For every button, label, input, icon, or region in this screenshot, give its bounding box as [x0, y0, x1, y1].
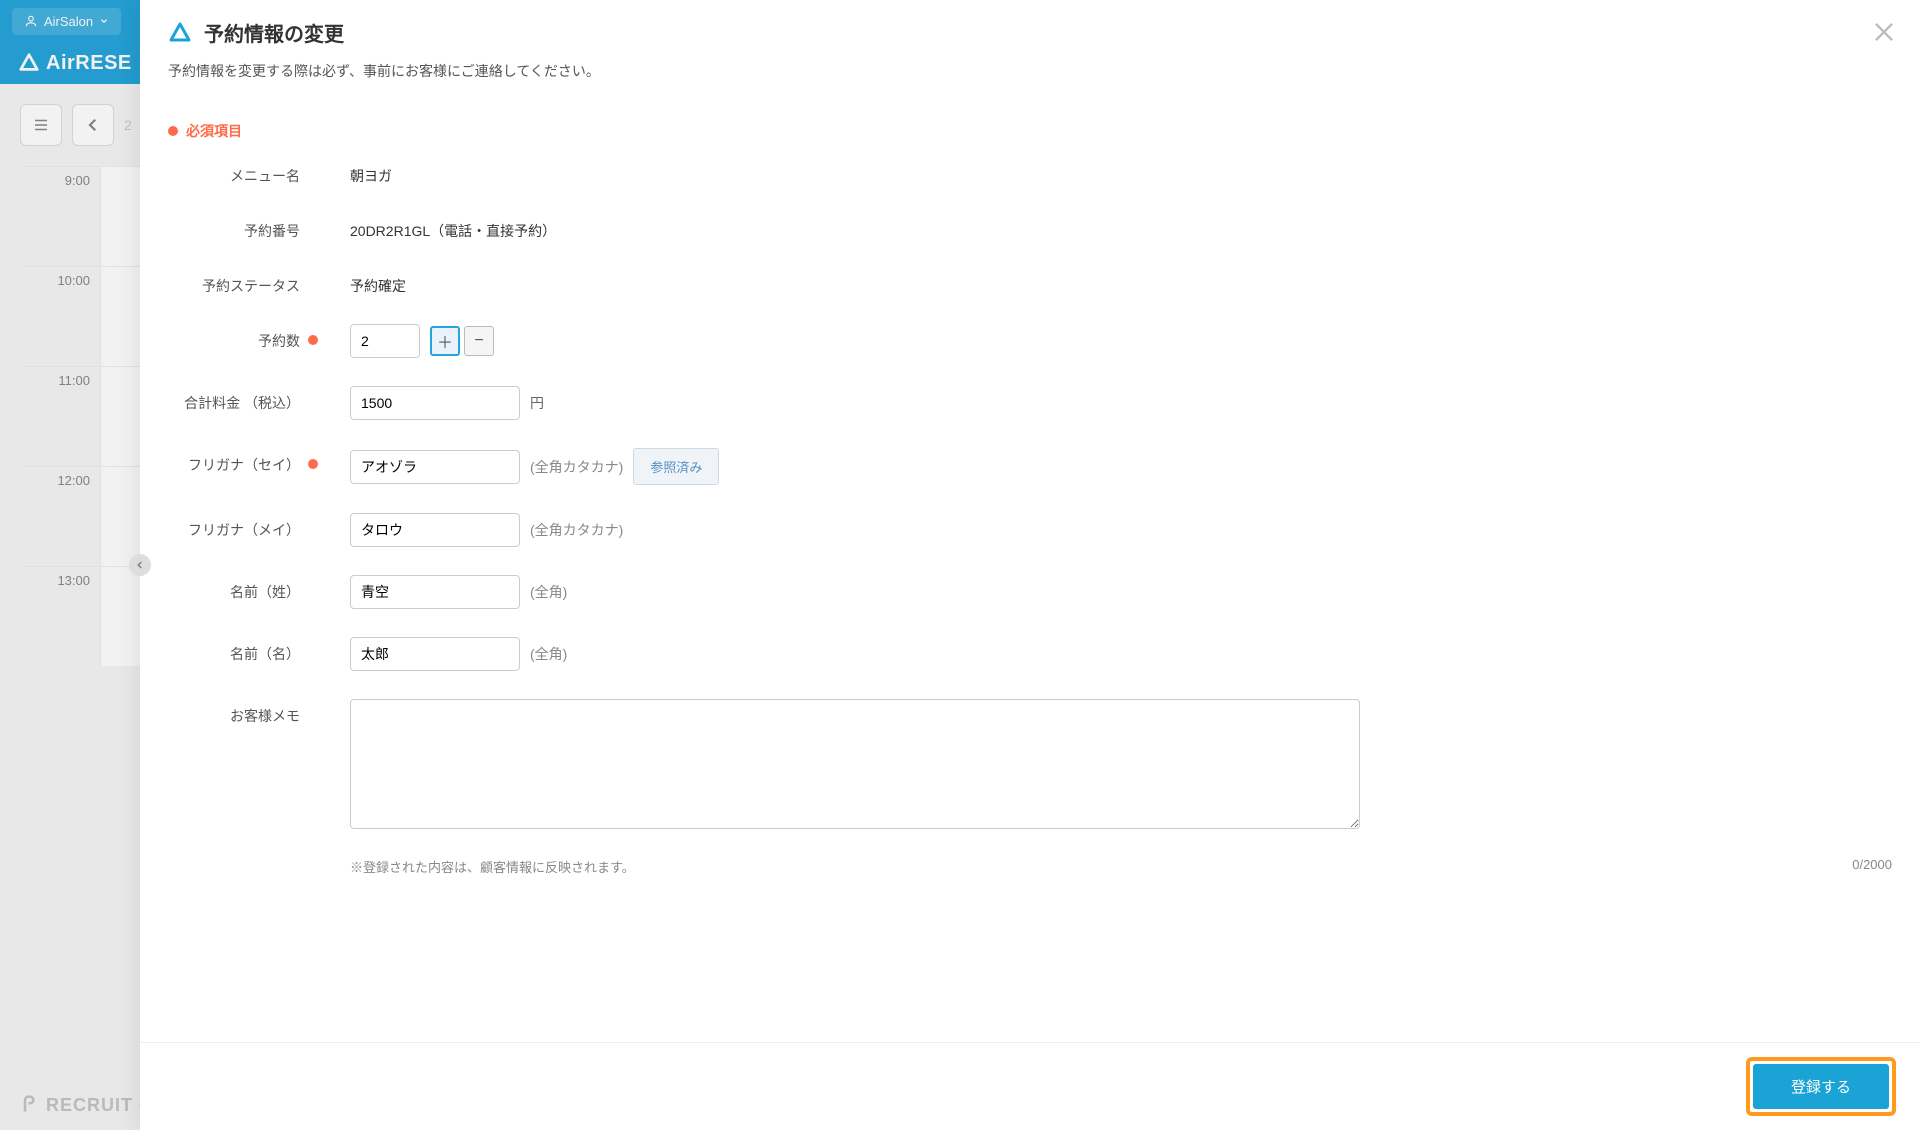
- app-triangle-icon: [168, 21, 192, 45]
- customer-memo-textarea[interactable]: [350, 699, 1360, 829]
- label-customer-memo: お客様メモ: [168, 699, 318, 726]
- hint-zenkaku: (全角): [530, 644, 567, 664]
- value-menu-name: 朝ヨガ: [350, 159, 392, 186]
- required-dot-icon: [168, 126, 178, 136]
- submit-highlight-frame: 登録する: [1746, 1057, 1896, 1116]
- label-name-first: 名前（名）: [168, 637, 318, 664]
- hint-katakana: (全角カタカナ): [530, 457, 623, 477]
- modal-footer: 登録する: [140, 1042, 1920, 1130]
- label-reservation-number: 予約番号: [168, 214, 318, 241]
- value-reservation-status: 予約確定: [350, 269, 406, 296]
- close-icon: [1870, 18, 1898, 46]
- count-stepper: ＋ −: [430, 326, 494, 356]
- total-price-input[interactable]: [350, 386, 520, 420]
- label-reservation-status: 予約ステータス: [168, 269, 318, 296]
- label-menu-name: メニュー名: [168, 159, 318, 186]
- row-reservation-number: 予約番号 20DR2R1GL（電話・直接予約）: [168, 214, 1892, 241]
- name-last-input[interactable]: [350, 575, 520, 609]
- modal-collapse-handle[interactable]: [129, 554, 151, 576]
- submit-button[interactable]: 登録する: [1753, 1064, 1889, 1109]
- hint-katakana: (全角カタカナ): [530, 520, 623, 540]
- modal-title: 予約情報の変更: [204, 18, 344, 47]
- yen-unit: 円: [530, 393, 544, 413]
- chevron-left-icon: [135, 560, 145, 570]
- furigana-first-input[interactable]: [350, 513, 520, 547]
- name-first-input[interactable]: [350, 637, 520, 671]
- label-furigana-last: フリガナ（セイ）: [168, 448, 318, 475]
- modal-body[interactable]: 予約情報を変更する際は必ず、事前にお客様にご連絡してください。 必須項目 メニュ…: [140, 51, 1920, 1042]
- referenced-button[interactable]: 参照済み: [633, 448, 719, 485]
- label-total-price: 合計料金 （税込）: [168, 386, 318, 413]
- furigana-last-input[interactable]: [350, 450, 520, 484]
- row-furigana-last: フリガナ（セイ） (全角カタカナ) 参照済み: [168, 448, 1892, 485]
- row-reservation-status: 予約ステータス 予約確定: [168, 269, 1892, 296]
- row-furigana-first: フリガナ（メイ） (全角カタカナ): [168, 513, 1892, 547]
- label-name-last: 名前（姓）: [168, 575, 318, 602]
- row-name-first: 名前（名） (全角): [168, 637, 1892, 671]
- count-minus-button[interactable]: −: [464, 326, 494, 356]
- label-furigana-first: フリガナ（メイ）: [168, 513, 318, 540]
- count-plus-button[interactable]: ＋: [430, 326, 460, 356]
- row-total-price: 合計料金 （税込） 円: [168, 386, 1892, 420]
- memo-charcount: 0/2000: [1852, 857, 1892, 872]
- modal-help-text: 予約情報を変更する際は必ず、事前にお客様にご連絡してください。: [168, 61, 1892, 81]
- row-menu-name: メニュー名 朝ヨガ: [168, 159, 1892, 186]
- row-reservation-count: 予約数 ＋ −: [168, 324, 1892, 358]
- required-section-header: 必須項目: [168, 121, 1892, 141]
- row-customer-memo: お客様メモ: [168, 699, 1892, 829]
- row-name-last: 名前（姓） (全角): [168, 575, 1892, 609]
- hint-zenkaku: (全角): [530, 582, 567, 602]
- label-reservation-count: 予約数: [168, 324, 318, 351]
- modal-header: 予約情報の変更: [140, 0, 1920, 51]
- value-reservation-number: 20DR2R1GL（電話・直接予約）: [350, 214, 556, 241]
- reservation-count-input[interactable]: [350, 324, 420, 358]
- reservation-edit-modal: 予約情報の変更 予約情報を変更する際は必ず、事前にお客様にご連絡してください。 …: [140, 0, 1920, 1130]
- memo-note-1: ※登録された内容は、顧客情報に反映されます。: [350, 857, 1892, 876]
- modal-close-button[interactable]: [1870, 18, 1898, 46]
- required-header-label: 必須項目: [186, 121, 242, 141]
